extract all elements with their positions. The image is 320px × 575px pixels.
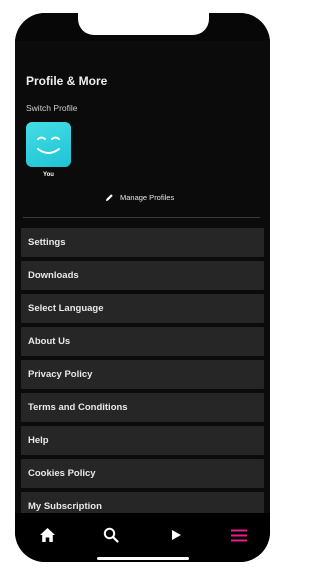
phone-frame: Profile & More Switch Profile You Manage… [15, 13, 270, 562]
profile-screen: Profile & More Switch Profile You Manage… [15, 41, 270, 513]
tab-menu[interactable] [228, 526, 250, 544]
bottom-tab-bar [15, 513, 270, 562]
manage-profiles-button[interactable]: Manage Profiles [105, 193, 174, 202]
menu-item-label: Select Language [28, 303, 104, 314]
tab-play[interactable] [165, 526, 187, 544]
device-notch [78, 13, 209, 35]
menu-item-label: Help [28, 435, 49, 446]
menu-item-help[interactable]: Help [21, 426, 264, 455]
home-indicator [97, 557, 189, 560]
menu-item-label: About Us [28, 336, 71, 347]
page-title: Profile & More [26, 74, 108, 88]
menu-item-downloads[interactable]: Downloads [21, 261, 264, 290]
menu-item-my-subscription[interactable]: My Subscription [21, 492, 264, 513]
menu-item-settings[interactable]: Settings [21, 228, 264, 257]
switch-profile-label: Switch Profile [26, 103, 78, 113]
menu-item-select-language[interactable]: Select Language [21, 294, 264, 323]
menu-item-label: Downloads [28, 270, 79, 281]
play-icon [172, 530, 181, 540]
pencil-icon [105, 194, 113, 202]
menu-item-about-us[interactable]: About Us [21, 327, 264, 356]
search-icon [103, 527, 119, 543]
profile-name: You [43, 172, 54, 178]
manage-profiles-label: Manage Profiles [120, 193, 175, 202]
menu-item-terms-and-conditions[interactable]: Terms and Conditions [21, 393, 264, 422]
smiley-face-icon [37, 136, 60, 154]
menu-item-label: Terms and Conditions [28, 402, 128, 413]
menu-icon [231, 529, 247, 541]
menu-item-label: Cookies Policy [28, 468, 96, 479]
divider [23, 217, 260, 218]
menu-item-label: My Subscription [28, 501, 102, 512]
menu-item-label: Privacy Policy [28, 369, 93, 380]
tab-search[interactable] [100, 526, 122, 544]
menu-item-label: Settings [28, 237, 66, 248]
tab-home[interactable] [36, 526, 58, 544]
profile-avatar[interactable] [26, 122, 71, 167]
menu-item-cookies-policy[interactable]: Cookies Policy [21, 459, 264, 488]
home-icon [39, 528, 55, 542]
menu-list: Settings Downloads Select Language About… [21, 228, 264, 513]
menu-item-privacy-policy[interactable]: Privacy Policy [21, 360, 264, 389]
